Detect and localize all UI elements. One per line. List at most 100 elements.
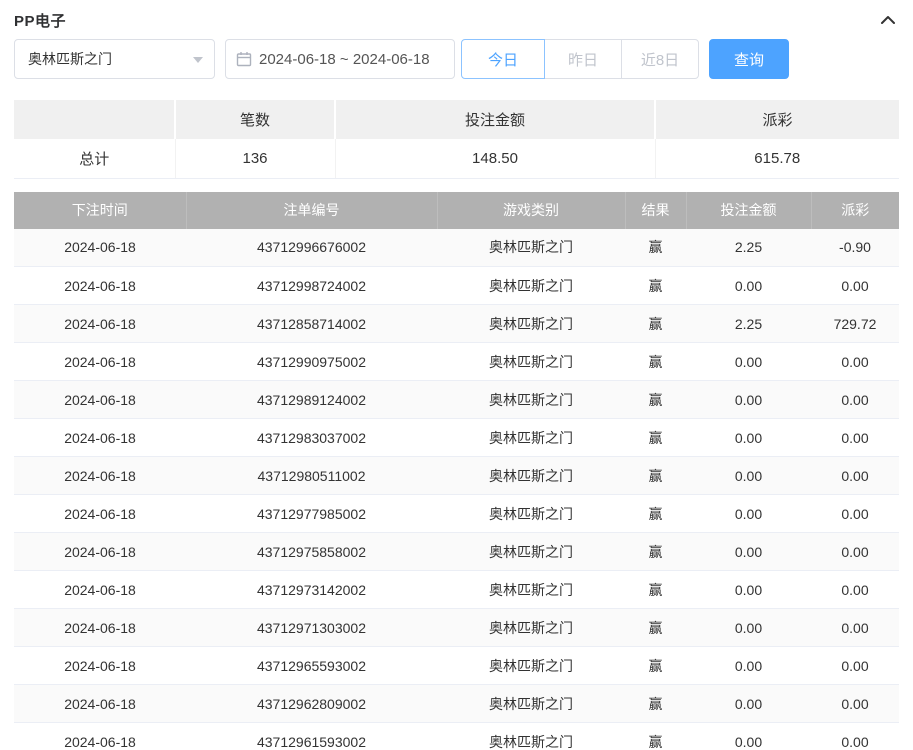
table-row: 2024-06-18 43712998724002 奥林匹斯之门 赢 0.00 … [14,267,899,305]
summary-header-count: 笔数 [175,100,335,139]
payout-cell: 0.00 [811,685,899,723]
bet-amount-cell: 0.00 [686,685,811,723]
payout-cell: 0.00 [811,343,899,381]
game-type-cell: 奥林匹斯之门 [437,381,625,419]
table-row: 2024-06-18 43712971303002 奥林匹斯之门 赢 0.00 … [14,609,899,647]
bet-amount-cell: 0.00 [686,457,811,495]
summary-total-row: 总计 136 148.50 615.78 [14,139,899,178]
bet-records-table: 下注时间 注单编号 游戏类别 结果 投注金额 派彩 2024-06-18 437… [14,192,899,750]
game-select[interactable]: 奥林匹斯之门 [14,39,215,79]
order-id-cell: 43712989124002 [186,381,437,419]
bet-amount-cell: 0.00 [686,419,811,457]
table-row: 2024-06-18 43712975858002 奥林匹斯之门 赢 0.00 … [14,533,899,571]
table-row: 2024-06-18 43712980511002 奥林匹斯之门 赢 0.00 … [14,457,899,495]
table-row: 2024-06-18 43712989124002 奥林匹斯之门 赢 0.00 … [14,381,899,419]
table-row: 2024-06-18 43712973142002 奥林匹斯之门 赢 0.00 … [14,571,899,609]
bet-amount-cell: 0.00 [686,381,811,419]
table-row: 2024-06-18 43712858714002 奥林匹斯之门 赢 2.25 … [14,305,899,343]
game-type-cell: 奥林匹斯之门 [437,419,625,457]
result-cell: 赢 [625,647,686,685]
order-id-cell: 43712990975002 [186,343,437,381]
bet-amount-cell: 0.00 [686,609,811,647]
date-range-input[interactable]: 2024-06-18 ~ 2024-06-18 [225,39,455,79]
order-id-cell: 43712980511002 [186,457,437,495]
order-id-cell: 43712971303002 [186,609,437,647]
payout-cell: 0.00 [811,267,899,305]
search-button[interactable]: 查询 [709,39,789,79]
payout-cell: 0.00 [811,457,899,495]
order-id-cell: 43712973142002 [186,571,437,609]
result-cell: 赢 [625,571,686,609]
payout-cell: 0.00 [811,533,899,571]
bet-time-cell: 2024-06-18 [14,267,186,305]
last-8-days-button[interactable]: 近8日 [621,39,699,79]
collapse-button[interactable] [877,9,899,31]
order-id-cell: 43712996676002 [186,229,437,267]
order-id-cell: 43712975858002 [186,533,437,571]
table-row: 2024-06-18 43712961593002 奥林匹斯之门 赢 0.00 … [14,723,899,750]
game-type-cell: 奥林匹斯之门 [437,267,625,305]
payout-cell: -0.90 [811,229,899,267]
bet-amount-cell: 2.25 [686,305,811,343]
bet-amount-cell: 2.25 [686,229,811,267]
bet-time-cell: 2024-06-18 [14,343,186,381]
table-row: 2024-06-18 43712977985002 奥林匹斯之门 赢 0.00 … [14,495,899,533]
payout-cell: 0.00 [811,419,899,457]
table-row: 2024-06-18 43712983037002 奥林匹斯之门 赢 0.00 … [14,419,899,457]
order-id-cell: 43712962809002 [186,685,437,723]
result-cell: 赢 [625,457,686,495]
header-game-type: 游戏类别 [437,192,625,229]
game-type-cell: 奥林匹斯之门 [437,723,625,750]
result-cell: 赢 [625,229,686,267]
bet-time-cell: 2024-06-18 [14,685,186,723]
bet-time-cell: 2024-06-18 [14,495,186,533]
game-type-cell: 奥林匹斯之门 [437,533,625,571]
payout-cell: 729.72 [811,305,899,343]
bet-time-cell: 2024-06-18 [14,609,186,647]
bet-amount-cell: 0.00 [686,533,811,571]
game-type-cell: 奥林匹斯之门 [437,495,625,533]
game-type-cell: 奥林匹斯之门 [437,457,625,495]
payout-cell: 0.00 [811,381,899,419]
yesterday-button[interactable]: 昨日 [544,39,622,79]
header-result: 结果 [625,192,686,229]
bet-time-cell: 2024-06-18 [14,305,186,343]
panel-header: PP电子 [14,0,899,32]
payout-cell: 0.00 [811,723,899,750]
table-row: 2024-06-18 43712965593002 奥林匹斯之门 赢 0.00 … [14,647,899,685]
chevron-down-icon [193,57,203,63]
bet-time-cell: 2024-06-18 [14,647,186,685]
result-cell: 赢 [625,267,686,305]
payout-cell: 0.00 [811,609,899,647]
calendar-icon [236,51,252,67]
bet-amount-cell: 0.00 [686,647,811,685]
payout-cell: 0.00 [811,495,899,533]
bet-time-cell: 2024-06-18 [14,457,186,495]
bet-time-cell: 2024-06-18 [14,571,186,609]
bet-amount-cell: 0.00 [686,267,811,305]
filter-bar: 奥林匹斯之门 2024-06-18 ~ 2024-06-18 今日 昨日 近8日… [14,39,899,79]
date-range-value: 2024-06-18 ~ 2024-06-18 [259,51,430,68]
bet-amount-cell: 0.00 [686,723,811,750]
order-id-cell: 43712965593002 [186,647,437,685]
header-order-id: 注单编号 [186,192,437,229]
summary-table: 笔数 投注金额 派彩 总计 136 148.50 615.78 [14,100,899,179]
summary-header-blank [14,100,175,139]
pp-electronic-panel: PP电子 奥林匹斯之门 2024-06-18 ~ 2024-06-18 今日 昨… [0,0,913,750]
result-cell: 赢 [625,685,686,723]
result-cell: 赢 [625,305,686,343]
order-id-cell: 43712858714002 [186,305,437,343]
chevron-up-icon [880,13,896,27]
bet-time-cell: 2024-06-18 [14,533,186,571]
game-type-cell: 奥林匹斯之门 [437,647,625,685]
result-cell: 赢 [625,723,686,750]
order-id-cell: 43712961593002 [186,723,437,750]
bet-time-cell: 2024-06-18 [14,381,186,419]
bet-amount-cell: 0.00 [686,343,811,381]
result-cell: 赢 [625,609,686,647]
result-cell: 赢 [625,419,686,457]
header-bet-amount: 投注金额 [686,192,811,229]
summary-header-payout: 派彩 [655,100,899,139]
today-button[interactable]: 今日 [461,39,545,79]
bet-time-cell: 2024-06-18 [14,723,186,750]
